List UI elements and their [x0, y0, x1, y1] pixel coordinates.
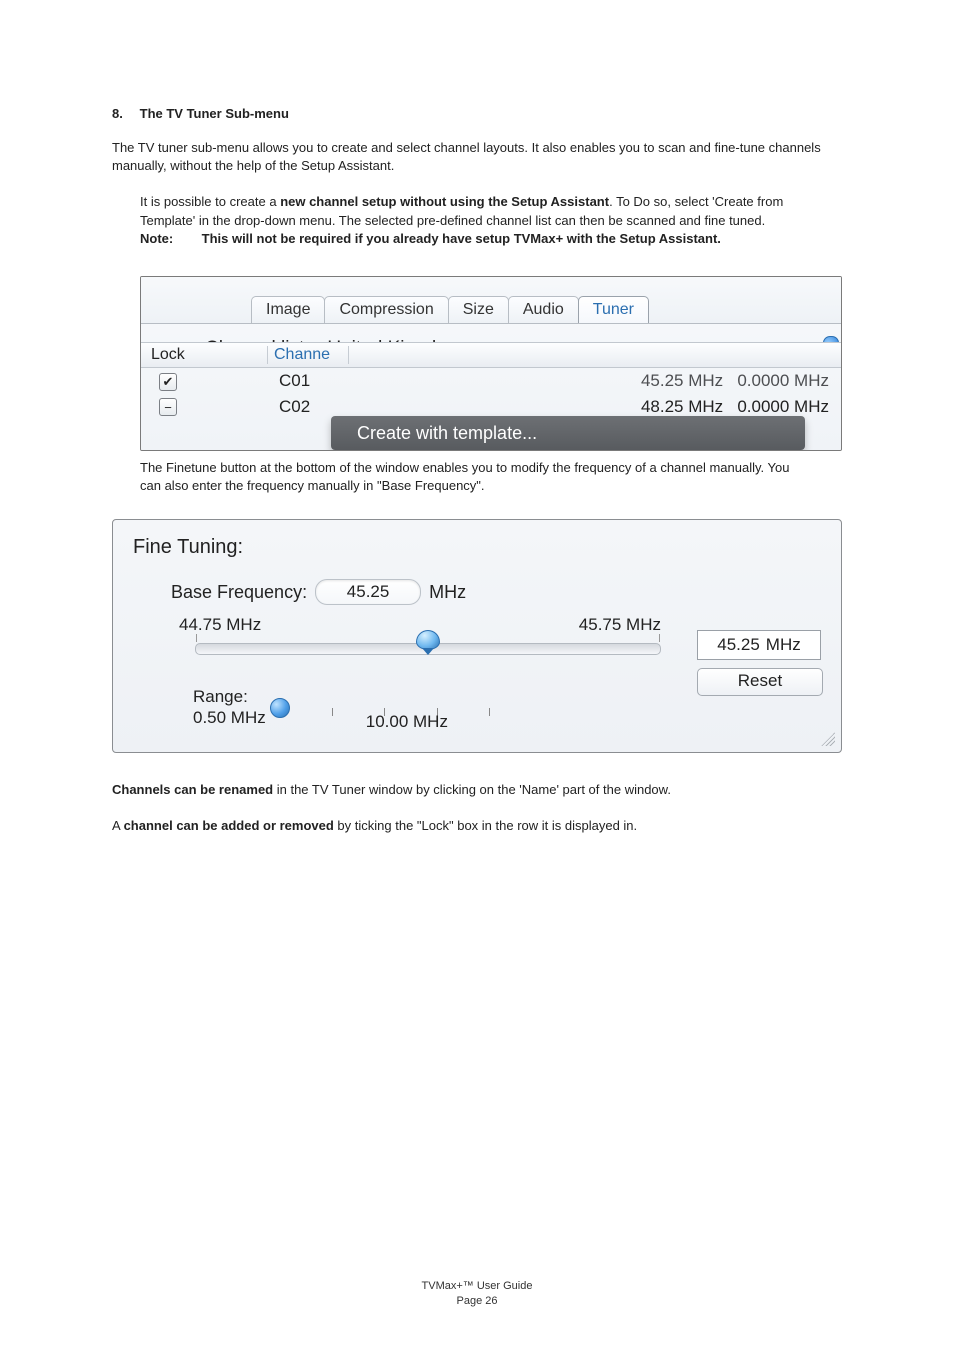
create-template-menu-item[interactable]: Create with template... — [331, 416, 805, 450]
note-text: This will not be required if you already… — [202, 231, 721, 246]
range-slider-thumb-icon[interactable] — [270, 698, 290, 718]
page-footer: TVMax+™ User Guide Page 26 — [0, 1279, 954, 1308]
footer-title: TVMax+™ User Guide — [0, 1279, 954, 1293]
tab-tuner[interactable]: Tuner — [578, 296, 649, 323]
rename-paragraph: Channels can be renamed in the TV Tuner … — [112, 781, 842, 799]
note-label: Note: — [140, 230, 198, 248]
heading-title: The TV Tuner Sub-menu — [140, 106, 289, 121]
base-frequency-label: Base Frequency: — [171, 582, 307, 603]
table-row[interactable]: ✔ C01 45.25 MHz 0.0000 MHz — [141, 368, 841, 394]
tab-compression[interactable]: Compression — [324, 296, 448, 323]
axis-min: 44.75 MHz — [179, 615, 261, 635]
fine-tuning-title: Fine Tuning: — [133, 536, 825, 559]
fine-tuning-panel: Fine Tuning: Base Frequency: 45.25 MHz 4… — [112, 519, 842, 753]
create-template-paragraph: It is possible to create a new channel s… — [140, 193, 832, 248]
base-frequency-unit: MHz — [429, 582, 466, 603]
tab-strip: Image Compression Size Audio Tuner — [141, 277, 841, 323]
tab-size[interactable]: Size — [448, 296, 509, 323]
lock-checkbox[interactable]: − — [159, 398, 177, 416]
tuner-window-screenshot: Image Compression Size Audio Tuner Chann… — [140, 276, 842, 451]
heading-number: 8. — [112, 106, 136, 121]
section-heading: 8. The TV Tuner Sub-menu — [112, 106, 842, 121]
range-max: 10.00 MHz — [366, 712, 448, 734]
channel-id: C01 — [275, 371, 353, 391]
screenshot1-caption: The Finetune button at the bottom of the… — [140, 459, 814, 495]
footer-page: Page 26 — [0, 1294, 954, 1308]
add-remove-paragraph: A channel can be added or removed by tic… — [112, 817, 842, 835]
range-label: Range: — [193, 687, 266, 707]
tab-image[interactable]: Image — [251, 296, 325, 323]
channel-freqs: 45.25 MHz 0.0000 MHz — [353, 371, 841, 391]
slider-thumb-icon[interactable] — [416, 630, 440, 650]
column-lock[interactable]: Lock — [141, 346, 268, 364]
intro-paragraph: The TV tuner sub-menu allows you to crea… — [112, 139, 842, 175]
channel-freqs: 48.25 MHz 0.0000 MHz — [353, 397, 841, 417]
channel-id: C02 — [275, 397, 353, 417]
frequency-readout[interactable]: 45.25 MHz — [697, 630, 821, 660]
base-frequency-input[interactable]: 45.25 — [315, 579, 421, 605]
note-row: Note: This will not be required if you a… — [140, 230, 832, 248]
resize-grip-icon[interactable] — [821, 732, 835, 746]
lock-checkbox[interactable]: ✔ — [159, 373, 177, 391]
range-min: 0.50 MHz — [193, 708, 266, 728]
tab-audio[interactable]: Audio — [508, 296, 579, 323]
column-channel[interactable]: Channe — [268, 346, 349, 364]
channel-table-header: Lock Channe — [141, 342, 841, 368]
frequency-slider[interactable] — [195, 643, 661, 655]
axis-max: 45.75 MHz — [579, 615, 661, 635]
reset-button[interactable]: Reset — [697, 668, 823, 696]
base-frequency-row: Base Frequency: 45.25 MHz — [171, 579, 825, 605]
